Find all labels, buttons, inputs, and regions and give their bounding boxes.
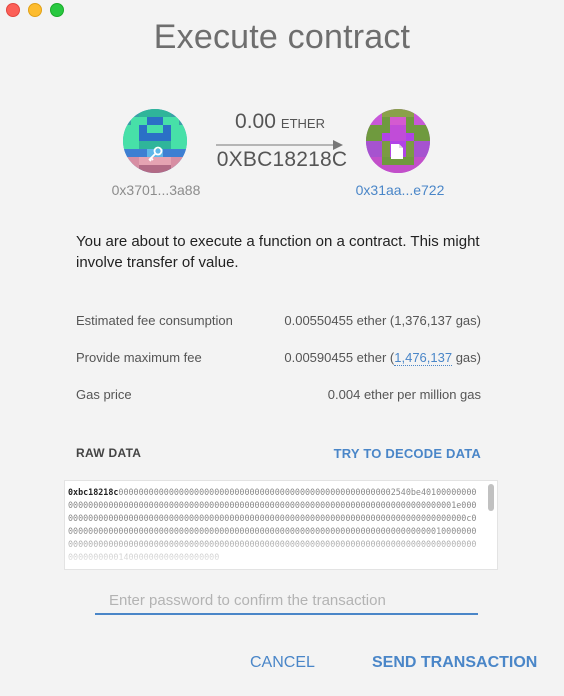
window-controls bbox=[6, 3, 64, 17]
document-icon bbox=[391, 144, 403, 159]
minimize-window-button[interactable] bbox=[28, 3, 42, 17]
estimated-fee-gas: 1,376,137 bbox=[394, 313, 453, 328]
raw-data-scrollbar[interactable] bbox=[488, 484, 494, 511]
estimated-fee-value: 0.00550455 ether (1,376,137 gas) bbox=[284, 313, 481, 328]
close-window-button[interactable] bbox=[6, 3, 20, 17]
send-transaction-button[interactable]: SEND TRANSACTION bbox=[372, 654, 537, 672]
from-address: 0x3701...3a88 bbox=[111, 182, 201, 198]
max-fee-label: Provide maximum fee bbox=[76, 350, 202, 365]
estimated-fee-row: Estimated fee consumption 0.00550455 eth… bbox=[76, 313, 481, 328]
raw-data-box[interactable]: 0xbc18218c000000000000000000000000000000… bbox=[64, 480, 498, 570]
max-fee-gas-unit: gas) bbox=[452, 350, 481, 365]
to-contract-identicon bbox=[366, 109, 430, 173]
recipient-name: 0XBC18218C bbox=[216, 148, 348, 171]
max-fee-row: Provide maximum fee 0.00590455 ether (1,… bbox=[76, 350, 481, 366]
gas-price-label: Gas price bbox=[76, 387, 132, 402]
estimated-fee-gas-unit: gas) bbox=[452, 313, 481, 328]
execute-contract-window: Execute contract 0x3701...3a88 0.00 ETHE… bbox=[0, 0, 564, 696]
estimated-fee-label: Estimated fee consumption bbox=[76, 313, 233, 328]
amount-value: 0.00 bbox=[235, 110, 276, 133]
try-decode-data-button[interactable]: TRY TO DECODE DATA bbox=[334, 446, 481, 461]
raw-data-method-id: 0xbc18218c bbox=[68, 487, 119, 497]
amount-unit: ETHER bbox=[280, 116, 325, 131]
maximize-window-button[interactable] bbox=[50, 3, 64, 17]
key-icon bbox=[148, 146, 163, 162]
from-account-identicon bbox=[123, 109, 187, 173]
transfer-amount: 0.00 ETHER bbox=[210, 110, 350, 134]
page-title: Execute contract bbox=[153, 18, 411, 56]
max-fee-ether: 0.00590455 ether ( bbox=[284, 350, 395, 365]
raw-data-fade bbox=[65, 529, 497, 569]
to-address[interactable]: 0x31aa...e722 bbox=[340, 182, 460, 198]
gas-price-row: Gas price 0.004 ether per million gas bbox=[76, 387, 481, 402]
max-fee-value: 0.00590455 ether (1,476,137 gas) bbox=[284, 350, 481, 366]
estimated-fee-ether: 0.00550455 ether ( bbox=[284, 313, 395, 328]
password-input[interactable] bbox=[95, 587, 478, 615]
cancel-button[interactable]: CANCEL bbox=[250, 654, 315, 672]
max-gas-editable-link[interactable]: 1,476,137 bbox=[394, 350, 453, 366]
execution-description: You are about to execute a function on a… bbox=[76, 233, 480, 271]
raw-data-label: RAW DATA bbox=[76, 446, 142, 460]
gas-price-value: 0.004 ether per million gas bbox=[327, 387, 481, 402]
